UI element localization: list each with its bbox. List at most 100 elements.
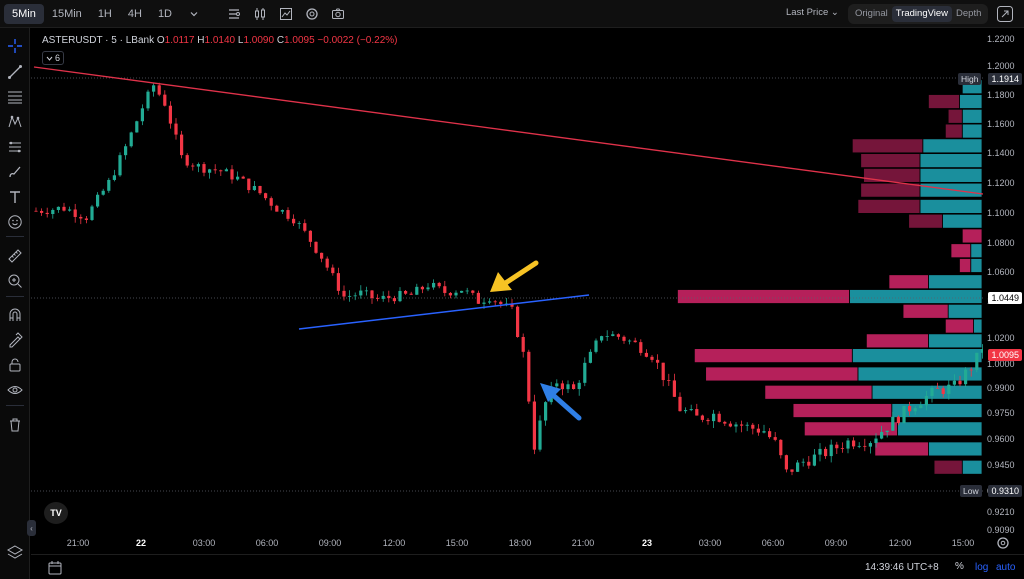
chart-mode-switch: Original TradingView Depth xyxy=(848,4,989,24)
timeframe-5min[interactable]: 5Min xyxy=(4,3,44,24)
candle-body xyxy=(650,356,654,360)
volume-profile-sell-bar xyxy=(865,333,929,349)
compare-chart-icon[interactable] xyxy=(274,2,298,26)
candle-body xyxy=(964,369,968,385)
volume-profile-sell-bar xyxy=(902,303,949,319)
candle-body xyxy=(376,298,380,299)
volume-profile-buy-bar xyxy=(928,274,983,290)
volume-profile-buy-bar xyxy=(961,123,983,139)
time-tick-label: 09:00 xyxy=(824,538,848,548)
candle-body xyxy=(476,292,480,304)
pencil-lock-icon[interactable] xyxy=(5,330,25,350)
candle-body xyxy=(846,440,850,449)
volume-profile-buy-bar xyxy=(849,289,983,304)
volume-profile-sell-bar xyxy=(944,123,963,139)
mode-depth[interactable]: Depth xyxy=(952,6,985,22)
candle-body xyxy=(740,424,744,426)
candle-body xyxy=(79,216,83,219)
candle-body xyxy=(958,380,962,385)
magnet-icon[interactable] xyxy=(5,305,25,325)
candle-body xyxy=(689,409,693,411)
candle-body xyxy=(224,169,228,172)
time-tick-label: 03:00 xyxy=(192,538,216,548)
camera-icon[interactable] xyxy=(326,2,350,26)
candle-body xyxy=(661,362,665,381)
gear-icon[interactable] xyxy=(996,536,1010,550)
time-tick-label: 09:00 xyxy=(318,538,342,548)
forecast-icon[interactable] xyxy=(5,137,25,157)
support-trendline xyxy=(298,294,590,330)
candle-body xyxy=(924,396,928,406)
candle-body xyxy=(359,290,363,296)
candle-body xyxy=(779,439,783,456)
fullscreen-icon[interactable] xyxy=(996,5,1014,23)
bottom-bar: 14:39:46 UTC+8 % log auto xyxy=(31,554,1024,579)
candle-body xyxy=(325,258,329,268)
indicators-toggle[interactable]: 6 xyxy=(42,51,64,65)
percent-toggle[interactable]: % xyxy=(955,561,964,572)
timeframe-4h[interactable]: 4H xyxy=(120,4,150,24)
candle-body xyxy=(152,85,156,92)
candle-body xyxy=(829,444,833,457)
candle-body xyxy=(320,252,324,259)
chevron-down-icon[interactable] xyxy=(182,2,206,26)
auto-toggle[interactable]: auto xyxy=(996,562,1015,573)
candle-body xyxy=(616,334,620,337)
candle-body xyxy=(292,218,296,224)
pattern-icon[interactable] xyxy=(5,112,25,132)
text-icon[interactable] xyxy=(5,187,25,207)
trash-icon[interactable] xyxy=(5,415,25,435)
price-tick-label: 0.9900 xyxy=(987,383,1015,393)
trendline-icon[interactable] xyxy=(5,62,25,82)
log-toggle[interactable]: log xyxy=(975,562,988,573)
mode-original[interactable]: Original xyxy=(851,6,892,22)
low-tag: Low xyxy=(960,485,982,497)
indicators-icon[interactable] xyxy=(222,2,246,26)
time-tick-label: 03:00 xyxy=(698,538,722,548)
candle-body xyxy=(644,352,648,357)
volume-profile-sell-bar xyxy=(950,243,972,259)
candle-body xyxy=(135,121,139,133)
candle-body xyxy=(969,369,973,371)
candle-body xyxy=(426,287,430,290)
lock-icon[interactable] xyxy=(5,355,25,375)
candle-body xyxy=(521,336,525,352)
emoji-icon[interactable] xyxy=(5,212,25,232)
layers-icon[interactable] xyxy=(6,544,24,562)
price-chart[interactable] xyxy=(31,29,983,532)
volume-profile-sell-bar xyxy=(792,403,893,418)
zoom-in-icon[interactable] xyxy=(5,271,25,291)
candle-body xyxy=(863,445,867,447)
crosshair-icon[interactable] xyxy=(5,36,25,56)
candle-body xyxy=(824,448,828,457)
timeframe-15min[interactable]: 15Min xyxy=(44,4,90,24)
candle-type-icon[interactable] xyxy=(248,2,272,26)
volume-profile-buy-bar xyxy=(919,153,983,169)
yellow-arrow-icon xyxy=(490,260,539,292)
clock-label: 14:39:46 UTC+8 xyxy=(865,562,939,573)
last-price-dropdown[interactable]: Last Price ⌄ xyxy=(786,7,839,18)
candle-body xyxy=(196,164,200,167)
mode-tradingview[interactable]: TradingView xyxy=(891,6,953,22)
candle-body xyxy=(493,301,497,303)
candle-body xyxy=(409,293,413,295)
volume-profile-sell-bar xyxy=(959,258,972,273)
volume-profile-sell-bar xyxy=(961,228,983,244)
fib-lines-icon[interactable] xyxy=(5,87,25,107)
brush-icon[interactable] xyxy=(5,162,25,182)
timeframe-1d[interactable]: 1D xyxy=(150,4,180,24)
high-tag: High xyxy=(958,73,982,85)
candle-body xyxy=(594,340,598,352)
timeframe-1h[interactable]: 1H xyxy=(90,4,120,24)
calendar-icon[interactable] xyxy=(47,560,63,576)
candle-body xyxy=(40,210,44,213)
settings-icon[interactable] xyxy=(300,2,324,26)
ruler-icon[interactable] xyxy=(5,246,25,266)
candle-body xyxy=(980,348,983,353)
candle-body xyxy=(236,176,240,180)
price-axis[interactable]: 1.2200 1.2000 1.1800 1.1600 1.1400 1.1200 1.10… xyxy=(984,29,1024,535)
price-tick-label: 1.1000 xyxy=(987,208,1015,218)
time-axis[interactable]: 21:00 22 03:00 06:00 09:00 12:00 15:00 18:00 21:… xyxy=(31,533,983,553)
eye-icon[interactable] xyxy=(5,380,25,400)
volume-profile-buy-bar xyxy=(973,318,983,334)
